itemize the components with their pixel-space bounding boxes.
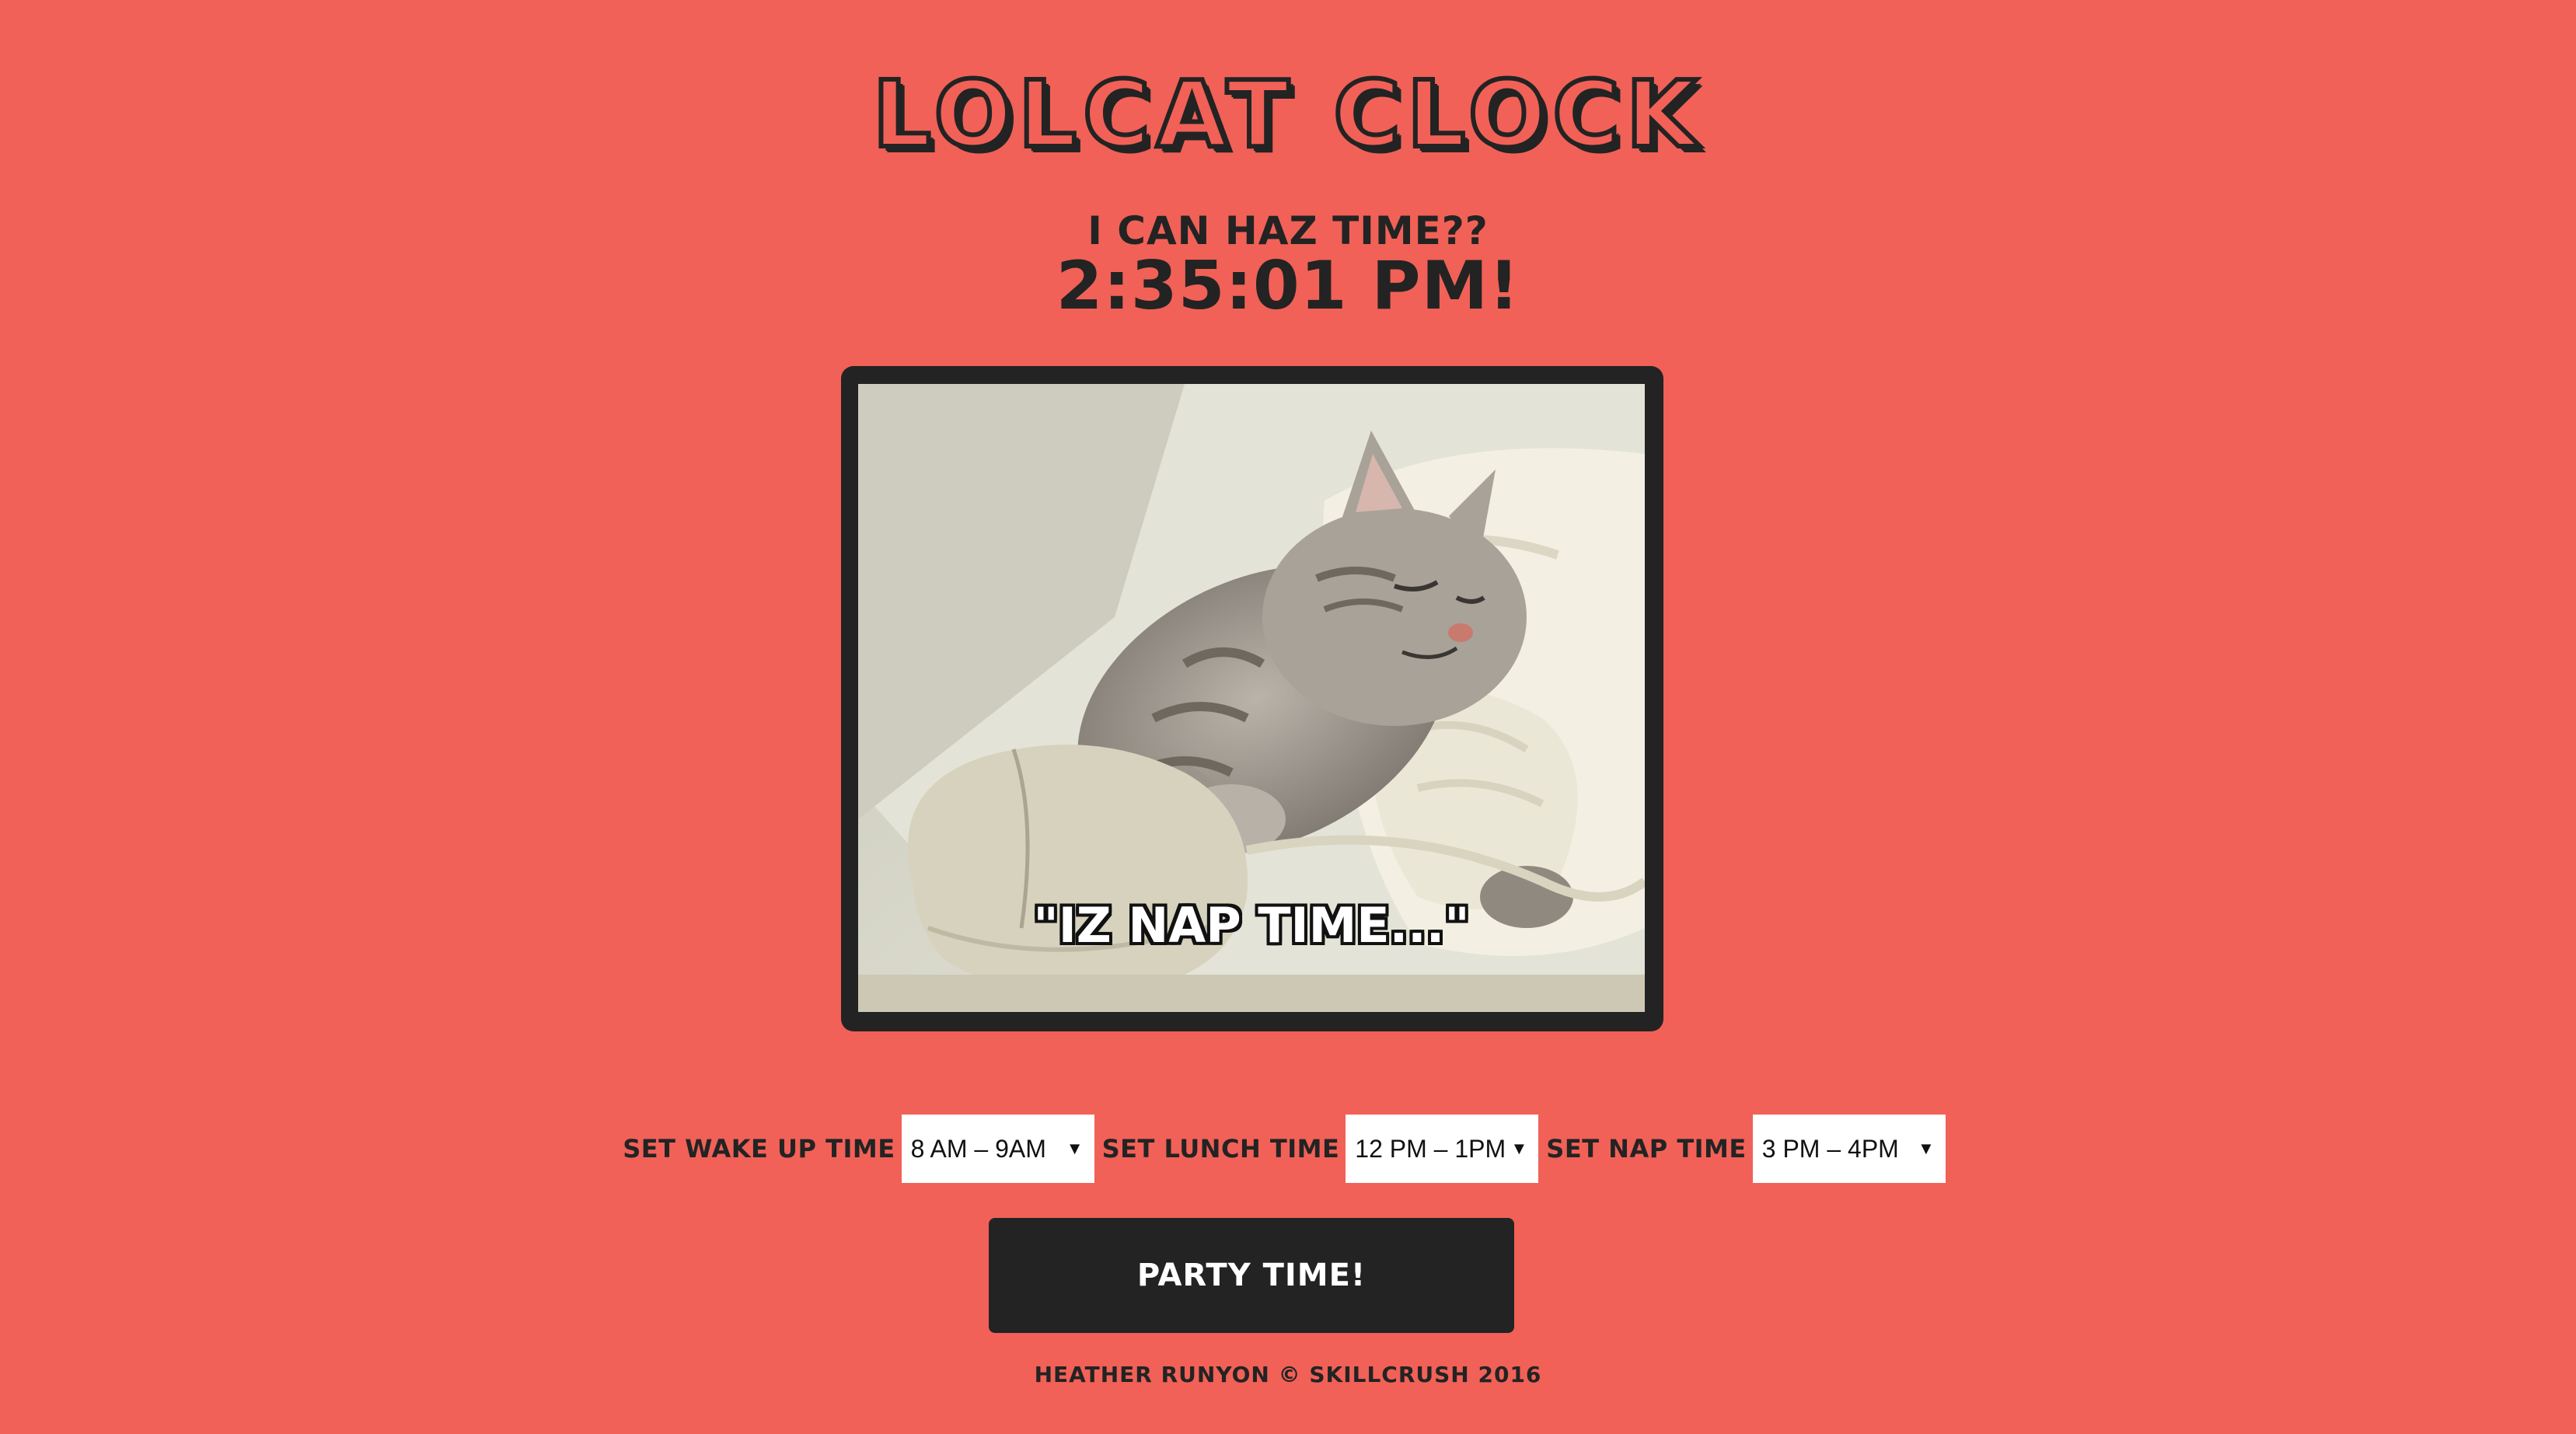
nap-time-label: SET NAP TIME <box>1546 1134 1747 1164</box>
page-title: LOLCAT CLOCK <box>871 58 1704 170</box>
footer-credit: HEATHER RUNYON © SKILLCRUSH 2016 <box>1034 1362 1542 1387</box>
lunch-time-select[interactable]: 12 PM – 1PM ▼ <box>1346 1115 1539 1183</box>
caret-down-icon: ▼ <box>1510 1139 1528 1158</box>
clock-display: 2:35:01 PM! <box>1056 247 1520 325</box>
lunch-time-label: SET LUNCH TIME <box>1101 1134 1340 1164</box>
lolcat-image: "IZ NAP TIME..." <box>858 384 1645 1012</box>
wake-up-time-select[interactable]: 8 AM – 9AM ▼ <box>901 1115 1094 1183</box>
lunch-time-value: 12 PM – 1PM <box>1355 1134 1506 1163</box>
image-caption: "IZ NAP TIME..." <box>1033 897 1470 954</box>
nap-time-value: 3 PM – 4PM <box>1761 1134 1899 1163</box>
party-time-button[interactable]: PARTY TIME! <box>989 1218 1514 1333</box>
time-settings: SET WAKE UP TIME 8 AM – 9AM ▼ SET LUNCH … <box>0 1115 2576 1183</box>
wake-up-time-value: 8 AM – 9AM <box>910 1134 1046 1163</box>
caret-down-icon: ▼ <box>1917 1139 1935 1158</box>
lolcat-image-frame: "IZ NAP TIME..." <box>841 366 1663 1031</box>
caret-down-icon: ▼ <box>1066 1139 1084 1158</box>
wake-up-time-label: SET WAKE UP TIME <box>623 1134 895 1164</box>
nap-time-select[interactable]: 3 PM – 4PM ▼ <box>1752 1115 1946 1183</box>
